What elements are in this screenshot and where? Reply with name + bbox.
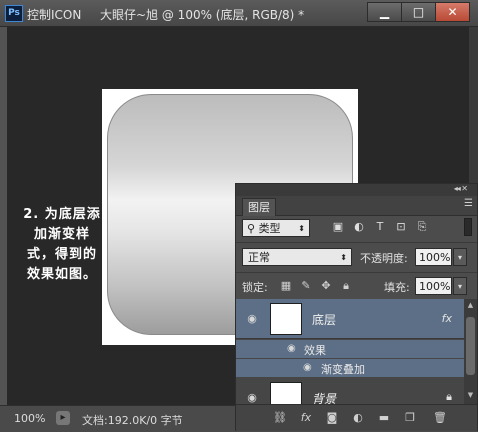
filter-type-icon[interactable]: T [374, 221, 386, 233]
layer-row-background[interactable]: ◉ 背景 🔒︎ [236, 379, 464, 404]
scroll-thumb[interactable] [466, 317, 475, 375]
trash-icon[interactable]: 🗑︎ [432, 411, 448, 425]
fill-input[interactable]: 100% [415, 277, 452, 295]
layers-panel: ◂◂ ✕ 图层 ☰ ⚲ 类型 ⬍ ▣ ◐ T ⊡ ⎘ 正常 ⬍ 不透明度: 10… [235, 183, 478, 431]
panel-tab-row: 图层 ☰ [236, 196, 477, 216]
gradient-overlay-label: 渐变叠加 [321, 363, 365, 376]
mask-icon[interactable]: ◙ [324, 411, 340, 425]
panel-header-bar[interactable]: ◂◂ ✕ [236, 184, 477, 196]
search-icon: ⚲ [247, 222, 259, 235]
opacity-label: 不透明度: [360, 252, 408, 265]
document-title: 大眼仔~旭 @ 100% (底层, RGB/8) * [100, 8, 305, 22]
restore-button[interactable]: □ [401, 2, 436, 22]
lock-all-icon[interactable]: 🔒︎ [340, 280, 352, 292]
folder-icon[interactable]: ▬ [376, 411, 392, 425]
tutorial-annotation: 2. 为底层添 加渐变样 式，得到的 效果如图。 [19, 205, 105, 285]
annotation-line: 效果如图。 [26, 267, 97, 282]
document-info[interactable]: 文档:192.0K/0 字节 [82, 412, 183, 428]
link-icon[interactable]: ⛓ [272, 411, 288, 425]
photoshop-window: Ps 控制ICON 大眼仔~旭 @ 100% (底层, RGB/8) * ▁ □… [0, 0, 478, 432]
divider [236, 242, 477, 243]
fx-icon[interactable]: fx [298, 411, 314, 425]
visibility-eye-icon[interactable]: ◉ [287, 343, 296, 354]
lock-move-icon[interactable]: ✥ [320, 280, 332, 292]
scroll-down-icon[interactable]: ▼ [466, 391, 475, 401]
panel-bottom-toolbar: ⛓ fx ◙ ◐ ▬ ❐ 🗑︎ [236, 404, 477, 431]
layer-row-bottom[interactable]: ◉ 底层 fx [236, 299, 464, 339]
visibility-eye-icon[interactable]: ◉ [245, 392, 259, 403]
blend-mode-select[interactable]: 正常 ⬍ [242, 248, 352, 266]
layers-scrollbar[interactable]: ▲ ▼ [464, 299, 477, 404]
layer-name[interactable]: 底层 [312, 311, 336, 328]
layers-list: ◉ 底层 fx ◉ 效果 ◉ 渐变叠加 ◉ 背景 🔒︎ [236, 299, 464, 404]
lock-label: 锁定: [242, 281, 268, 294]
opacity-dropdown-icon[interactable]: ▾ [453, 248, 467, 266]
visibility-eye-icon[interactable]: ◉ [303, 362, 312, 373]
tab-layers[interactable]: 图层 [242, 198, 276, 216]
zoom-level[interactable]: 100% [14, 412, 45, 425]
annotation-line: 加渐变样 [33, 227, 90, 242]
new-layer-icon[interactable]: ❐ [402, 411, 418, 425]
layer-thumbnail [270, 303, 302, 335]
filter-smart-object-icon[interactable]: ⎘ [416, 221, 428, 233]
visibility-eye-icon[interactable]: ◉ [245, 313, 259, 324]
annotation-line: 式，得到的 [26, 247, 97, 262]
fill-dropdown-icon[interactable]: ▾ [453, 277, 467, 295]
adjustment-icon[interactable]: ◐ [350, 411, 366, 425]
chevron-updown-icon: ⬍ [298, 224, 305, 233]
status-menu-icon[interactable]: ▸ [56, 411, 70, 425]
layer-name[interactable]: 背景 [312, 390, 336, 404]
fill-label: 填充: [384, 281, 410, 294]
filter-pixel-icon[interactable]: ▣ [332, 221, 344, 233]
app-title: 控制ICON [27, 8, 82, 22]
filter-shape-icon[interactable]: ⊡ [395, 221, 407, 233]
filter-adjustment-icon[interactable]: ◐ [353, 221, 365, 233]
scroll-up-icon[interactable]: ▲ [466, 301, 475, 311]
blend-mode-label: 正常 [248, 251, 270, 264]
panel-menu-icon[interactable]: ☰ [464, 198, 473, 209]
fx-icon[interactable]: fx [442, 312, 452, 325]
opacity-input[interactable]: 100% [415, 248, 452, 266]
collapse-panel-icon[interactable]: ◂◂ ✕ [454, 184, 468, 193]
effects-row[interactable]: ◉ 效果 [236, 340, 464, 358]
photoshop-logo-icon: Ps [5, 5, 23, 22]
filter-toggle-switch[interactable] [464, 218, 472, 236]
lock-brush-icon[interactable]: ✎ [300, 280, 312, 292]
lock-transparent-icon[interactable]: ▦ [280, 280, 292, 292]
divider [236, 272, 477, 273]
effects-label: 效果 [304, 344, 326, 357]
filter-kind-select[interactable]: ⚲ 类型 ⬍ [242, 219, 310, 237]
annotation-line: 2. 为底层添 [23, 207, 101, 222]
layer-thumbnail [270, 382, 302, 404]
filter-kind-label: 类型 [258, 222, 281, 235]
title-bar[interactable]: Ps 控制ICON 大眼仔~旭 @ 100% (底层, RGB/8) * ▁ □… [0, 0, 478, 27]
minimize-button[interactable]: ▁ [367, 2, 402, 22]
close-button[interactable]: ✕ [435, 2, 470, 22]
effect-item-row[interactable]: ◉ 渐变叠加 [236, 359, 464, 377]
chevron-updown-icon: ⬍ [340, 253, 347, 262]
lock-icon: 🔒︎ [446, 390, 452, 403]
